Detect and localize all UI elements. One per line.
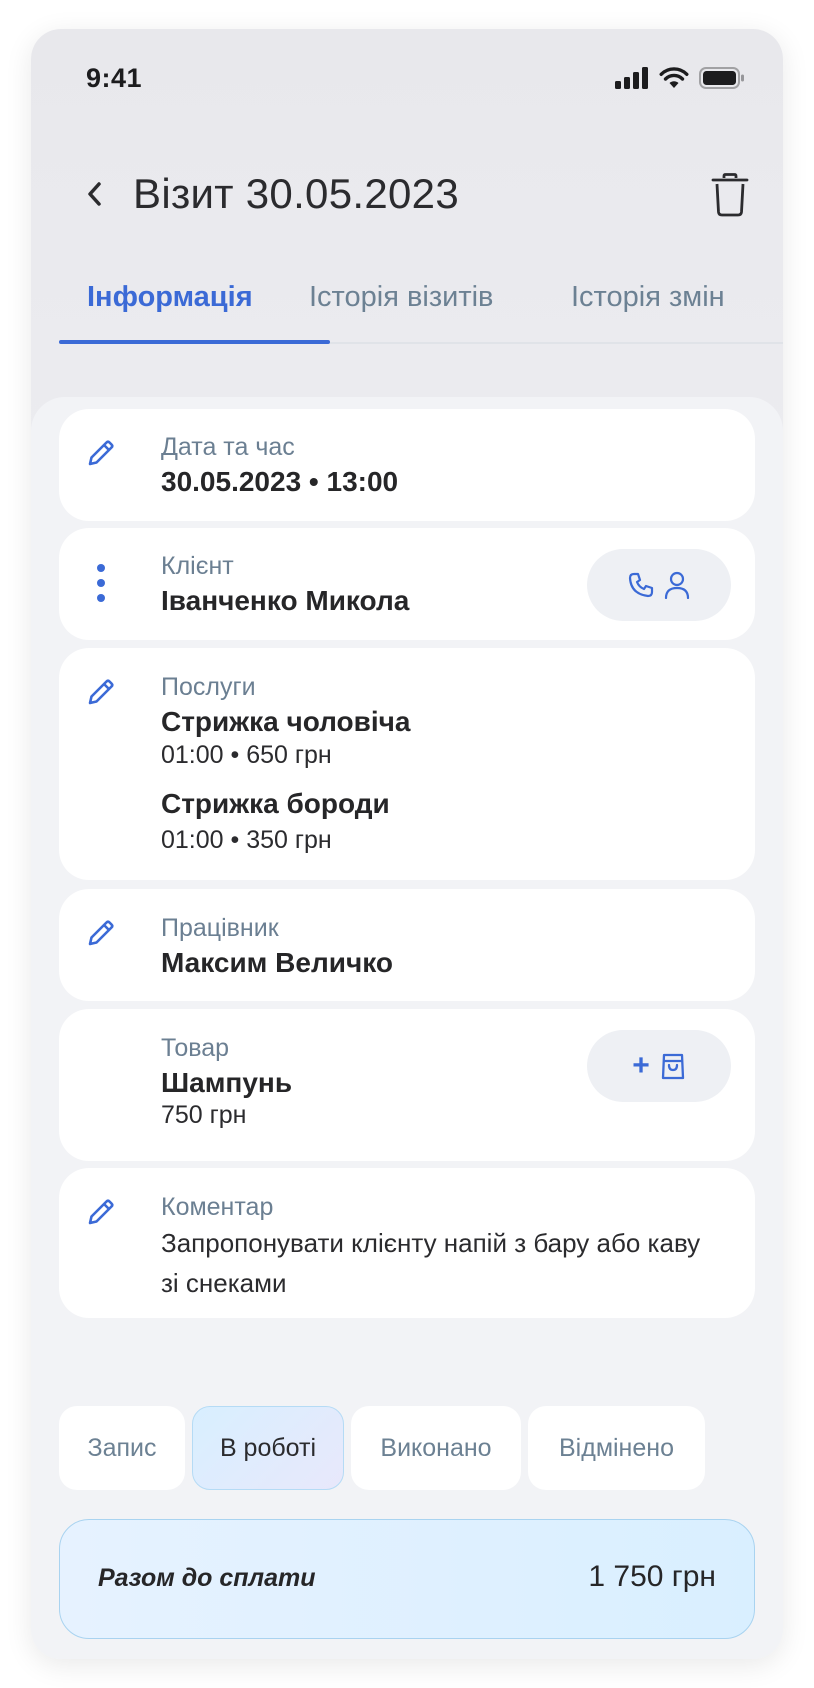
- tab-change-history[interactable]: Історія змін: [571, 281, 725, 314]
- product-label: Товар: [161, 1034, 230, 1062]
- trash-icon: [711, 173, 749, 217]
- status-selector: Запис В роботі Виконано Відмінено: [59, 1406, 755, 1490]
- pencil-icon[interactable]: [83, 915, 119, 951]
- wifi-icon: [659, 67, 689, 88]
- plus-icon: +: [632, 1049, 650, 1082]
- status-option-in-progress[interactable]: В роботі: [192, 1406, 344, 1490]
- client-card[interactable]: Клієнт Іванченко Микола: [59, 528, 755, 640]
- bag-icon: [661, 1053, 684, 1080]
- pencil-icon[interactable]: [83, 435, 119, 471]
- status-time: 9:41: [86, 63, 143, 93]
- service-name: Стрижка чоловіча: [161, 706, 411, 737]
- employee-card[interactable]: Працівник Максим Величко: [59, 889, 755, 1001]
- comment-text: Запропонувати клієнту напій з бару або к…: [161, 1228, 701, 1298]
- status-option-booked[interactable]: Запис: [59, 1406, 185, 1490]
- active-tab-indicator: [59, 340, 330, 344]
- add-product-button[interactable]: +: [587, 1030, 731, 1102]
- product-name: Шампунь: [161, 1067, 293, 1098]
- employee-name: Максим Величко: [161, 947, 393, 978]
- signal-icon: [615, 67, 648, 89]
- service-details: 01:00 • 350 грн: [161, 826, 332, 854]
- total-panel: Разом до сплати 1 750 грн: [59, 1519, 755, 1639]
- total-label: Разом до сплати: [98, 1564, 316, 1592]
- status-icons: [615, 67, 745, 89]
- pencil-icon[interactable]: [83, 1194, 119, 1230]
- status-bar: 9:41: [31, 29, 783, 129]
- service-name: Стрижка бороди: [161, 788, 390, 819]
- total-amount: 1 750 грн: [588, 1560, 716, 1593]
- status-option-done[interactable]: Виконано: [351, 1406, 521, 1490]
- phone-frame: 9:41 Візит 30.05.2023 Інформація Історія…: [31, 29, 783, 1659]
- tab-info[interactable]: Інформація: [87, 281, 253, 314]
- tabs: Інформація Історія візитів Історія змін: [31, 269, 783, 349]
- datetime-value: 30.05.2023 • 13:00: [161, 466, 399, 497]
- status-option-cancelled[interactable]: Відмінено: [528, 1406, 705, 1490]
- product-price: 750 грн: [161, 1101, 247, 1129]
- employee-label: Працівник: [161, 914, 279, 942]
- services-label: Послуги: [161, 673, 256, 701]
- back-button[interactable]: [75, 174, 115, 214]
- product-card[interactable]: Товар Шампунь 750 грн +: [59, 1009, 755, 1161]
- page-title: Візит 30.05.2023: [133, 170, 459, 217]
- header: Візит 30.05.2023: [31, 154, 783, 234]
- battery-icon: [699, 67, 744, 89]
- comment-label: Коментар: [161, 1193, 274, 1221]
- kebab-icon[interactable]: [83, 564, 119, 602]
- back-chevron-icon: [88, 182, 101, 206]
- datetime-card[interactable]: Дата та час 30.05.2023 • 13:00: [59, 409, 755, 521]
- client-label: Клієнт: [161, 552, 234, 580]
- delete-button[interactable]: [707, 170, 753, 220]
- call-client-button[interactable]: [587, 549, 731, 621]
- user-icon: [664, 571, 690, 599]
- client-name: Іванченко Микола: [161, 585, 410, 616]
- phone-icon: [628, 572, 654, 598]
- datetime-label: Дата та час: [161, 433, 295, 461]
- pencil-icon[interactable]: [83, 674, 119, 710]
- comment-card[interactable]: Коментар Запропонувати клієнту напій з б…: [59, 1168, 755, 1318]
- service-details: 01:00 • 650 грн: [161, 741, 332, 769]
- services-card[interactable]: Послуги Стрижка чоловіча 01:00 • 650 грн…: [59, 648, 755, 880]
- tab-visit-history[interactable]: Історія візитів: [309, 281, 493, 314]
